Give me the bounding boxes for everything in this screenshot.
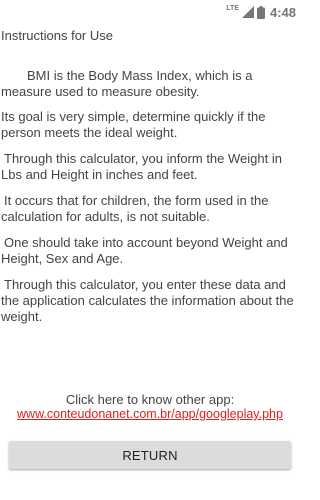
other-app-link[interactable]: www.conteudonanet.com.br/app/googleplay.… (0, 407, 300, 421)
paragraph-children-note: It occurs that for children, the form us… (1, 193, 269, 224)
page-title: Instructions for Use (1, 28, 113, 43)
battery-icon (256, 5, 265, 19)
status-bar: LTE 4:48 (0, 0, 300, 24)
paragraph-calculation-note: Through this calculator, you enter these… (1, 277, 294, 324)
paragraph-sex-age-note: One should take into account beyond Weig… (1, 235, 288, 266)
paragraph-calculator-inputs: Through this calculator, you inform the … (1, 151, 282, 182)
network-type-label: LTE (226, 4, 239, 12)
paragraph-bmi-definition: BMI is the Body Mass Index, which is a m… (1, 68, 253, 99)
other-app-caption: Click here to know other app: (65, 392, 235, 407)
status-time: 4:48 (269, 4, 296, 20)
paragraph-goal: Its goal is very simple, determine quick… (1, 109, 266, 140)
status-icons: LTE 4:48 (226, 2, 296, 22)
signal-icon (241, 6, 254, 18)
return-button[interactable]: RETURN (9, 441, 291, 469)
